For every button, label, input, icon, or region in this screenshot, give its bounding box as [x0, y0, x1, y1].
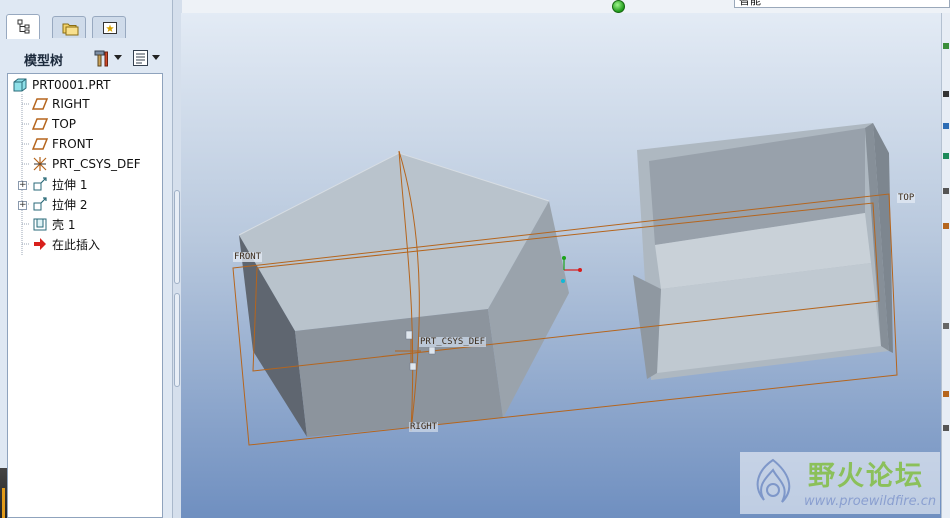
tree-item-part[interactable]: PRT0001.PRT — [12, 76, 110, 94]
datum-label-front: FRONT — [233, 252, 263, 262]
coordinate-system-icon — [33, 157, 47, 171]
navigator-panel: 模型树 PRT0001.PRT RIGHT TOP FRONT PRT_CSYS… — [0, 0, 172, 518]
navigator-tabs — [0, 12, 172, 39]
filter-selector[interactable]: 智能 — [734, 0, 950, 8]
list-icon — [133, 50, 148, 66]
extrude-icon — [33, 197, 47, 211]
tree-item-label: TOP — [52, 117, 77, 131]
shell-solid — [633, 123, 893, 380]
toolbar-icon[interactable] — [943, 43, 949, 49]
extrude-icon — [33, 177, 47, 191]
tree-item-label: PRT0001.PRT — [32, 78, 111, 92]
shell-icon — [33, 218, 47, 231]
datum-plane-icon — [32, 98, 48, 110]
tree-item-front[interactable]: FRONT — [32, 135, 93, 153]
folder-icon — [62, 23, 79, 36]
favorites-icon — [103, 22, 117, 34]
tree-item-csys[interactable]: PRT_CSYS_DEF — [32, 155, 141, 173]
datum-plane-icon — [32, 118, 48, 130]
splitter-handle-top[interactable] — [174, 190, 180, 284]
toolbar-icon[interactable] — [943, 223, 949, 229]
tree-item-label: FRONT — [52, 137, 93, 151]
tree-item-label: 拉伸 1 — [52, 177, 88, 192]
fire-logo-icon — [756, 458, 791, 503]
tree-settings-button[interactable] — [92, 47, 122, 69]
graphics-window[interactable]: FRONT TOP RIGHT PRT_CSYS_DEF — [181, 13, 941, 518]
part-icon — [13, 78, 27, 92]
tree-item-label: 在此插入 — [52, 237, 101, 252]
tree-item-insert-here[interactable]: 在此插入 — [32, 235, 100, 253]
forum-watermark: 野火论坛 www.proewildfire.cn — [740, 452, 940, 514]
tree-item-extrude-2[interactable]: 拉伸 2 — [32, 195, 87, 213]
toolbar-icon[interactable] — [943, 153, 949, 159]
toolbar-icon[interactable] — [943, 91, 949, 97]
tab-model-tree[interactable] — [6, 14, 40, 39]
datum-plane-icon — [32, 138, 48, 150]
watermark-title: 野火论坛 — [808, 461, 924, 492]
chevron-down-icon — [152, 55, 160, 60]
watermark-url: www.proewildfire.cn — [804, 494, 937, 509]
tree-item-label: RIGHT — [52, 97, 90, 111]
model-tree-icon — [17, 19, 30, 34]
status-light-icon — [612, 0, 625, 13]
tools-icon — [94, 50, 108, 67]
chevron-down-icon — [114, 55, 122, 60]
expand-toggle-icon[interactable]: + — [18, 181, 27, 190]
splitter-handle-bottom[interactable] — [174, 293, 180, 387]
right-toolbar — [941, 13, 950, 518]
model-tree: PRT0001.PRT RIGHT TOP FRONT PRT_CSYS_DEF… — [7, 73, 163, 518]
insert-here-arrow-icon — [34, 238, 46, 250]
tree-item-label: 拉伸 2 — [52, 197, 88, 212]
extrude-solid-1 — [238, 152, 569, 437]
toolbar-icon[interactable] — [943, 123, 949, 129]
activity-indicator — [0, 468, 7, 518]
tree-show-button[interactable] — [132, 47, 160, 69]
toolbar-icon[interactable] — [943, 323, 949, 329]
model-tree-header: 模型树 — [4, 44, 168, 72]
tree-item-label: PRT_CSYS_DEF — [52, 157, 141, 171]
tree-item-extrude-1[interactable]: 拉伸 1 — [32, 175, 87, 193]
tree-item-label: 壳 1 — [52, 217, 76, 232]
toolbar-icon[interactable] — [943, 425, 949, 431]
tab-favorites[interactable] — [92, 16, 126, 38]
tree-item-shell[interactable]: 壳 1 — [32, 215, 75, 233]
expand-toggle-icon[interactable]: + — [18, 201, 27, 210]
datum-label-csys: PRT_CSYS_DEF — [419, 337, 487, 347]
tab-folder-browser[interactable] — [52, 16, 86, 38]
tree-item-top[interactable]: TOP — [32, 115, 76, 133]
tree-item-right[interactable]: RIGHT — [32, 95, 90, 113]
model-tree-title: 模型树 — [24, 54, 64, 69]
model-scene — [232, 123, 898, 446]
datum-label-right: RIGHT — [409, 422, 439, 432]
toolbar-icon[interactable] — [943, 391, 949, 397]
datum-label-top: TOP — [897, 193, 916, 203]
toolbar-icon[interactable] — [943, 188, 949, 194]
